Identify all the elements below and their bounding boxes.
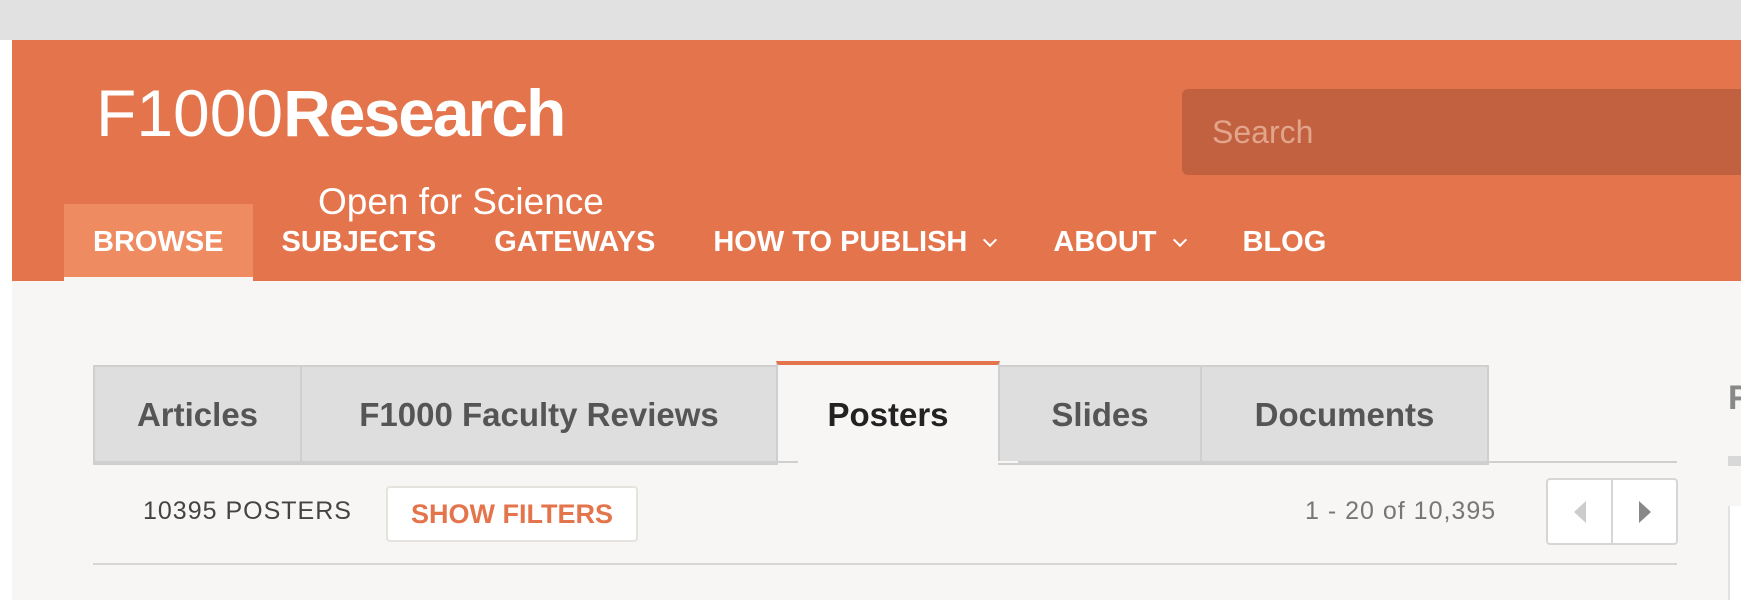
tab-posters[interactable]: Posters [776,361,1000,465]
pagination-controls [1546,478,1678,545]
window-edge [0,40,12,600]
previous-page-button[interactable] [1548,480,1611,543]
results-count: 10395 POSTERS [143,497,352,525]
site-header: F1000Research Open for Science BROWSE SU… [12,40,1741,281]
site-logo[interactable]: F1000Research Open for Science [96,74,604,222]
sidebar-rule [1728,456,1741,466]
sidebar-heading: F [1728,379,1741,417]
next-page-button[interactable] [1611,480,1676,543]
tab-label: F1000 Faculty Reviews [359,396,719,433]
search-input[interactable] [1182,89,1741,175]
nav-item-about[interactable]: ABOUT [1024,204,1213,281]
nav-item-label: HOW TO PUBLISH [713,226,968,258]
nav-item-gateways[interactable]: GATEWAYS [465,204,684,281]
results-range: 1 - 20 of 10,395 [1305,497,1497,525]
sidebar-panel [1728,506,1741,600]
tab-label: Posters [827,396,949,433]
nav-item-how-to-publish[interactable]: HOW TO PUBLISH [684,204,1024,281]
content-type-tabs: Articles F1000 Faculty Reviews Posters S… [93,361,1489,465]
nav-item-label: BROWSE [93,226,224,258]
logo-prefix: F1000 [96,76,284,150]
tab-label: Documents [1254,396,1435,433]
nav-item-label: GATEWAYS [494,226,656,258]
nav-item-browse[interactable]: BROWSE [64,204,253,281]
show-filters-button[interactable]: SHOW FILTERS [386,486,638,542]
chevron-right-icon [1638,500,1651,523]
browser-top-bar [0,0,1741,40]
nav-item-label: ABOUT [1053,226,1157,258]
main-nav: BROWSE SUBJECTS GATEWAYS HOW TO PUBLISH … [64,204,1355,281]
active-tab-gap [798,461,1018,463]
tab-label: Slides [1051,396,1149,433]
chevron-down-icon [983,232,998,247]
tab-articles[interactable]: Articles [93,365,302,465]
tab-documents[interactable]: Documents [1200,365,1489,465]
nav-item-label: SUBJECTS [281,226,437,258]
tab-slides[interactable]: Slides [998,365,1202,465]
main-content: Articles F1000 Faculty Reviews Posters S… [12,281,1741,600]
chevron-down-icon [1172,232,1187,247]
nav-item-subjects[interactable]: SUBJECTS [253,204,466,281]
tab-f1000-faculty-reviews[interactable]: F1000 Faculty Reviews [300,365,778,465]
logo-bold-text: Research [283,76,566,150]
chevron-left-icon [1573,500,1586,523]
nav-item-label: BLOG [1242,226,1327,258]
results-divider [93,563,1677,565]
logo-wordmark: F1000Research [96,74,566,152]
tab-label: Articles [136,396,259,433]
nav-item-blog[interactable]: BLOG [1214,204,1356,281]
